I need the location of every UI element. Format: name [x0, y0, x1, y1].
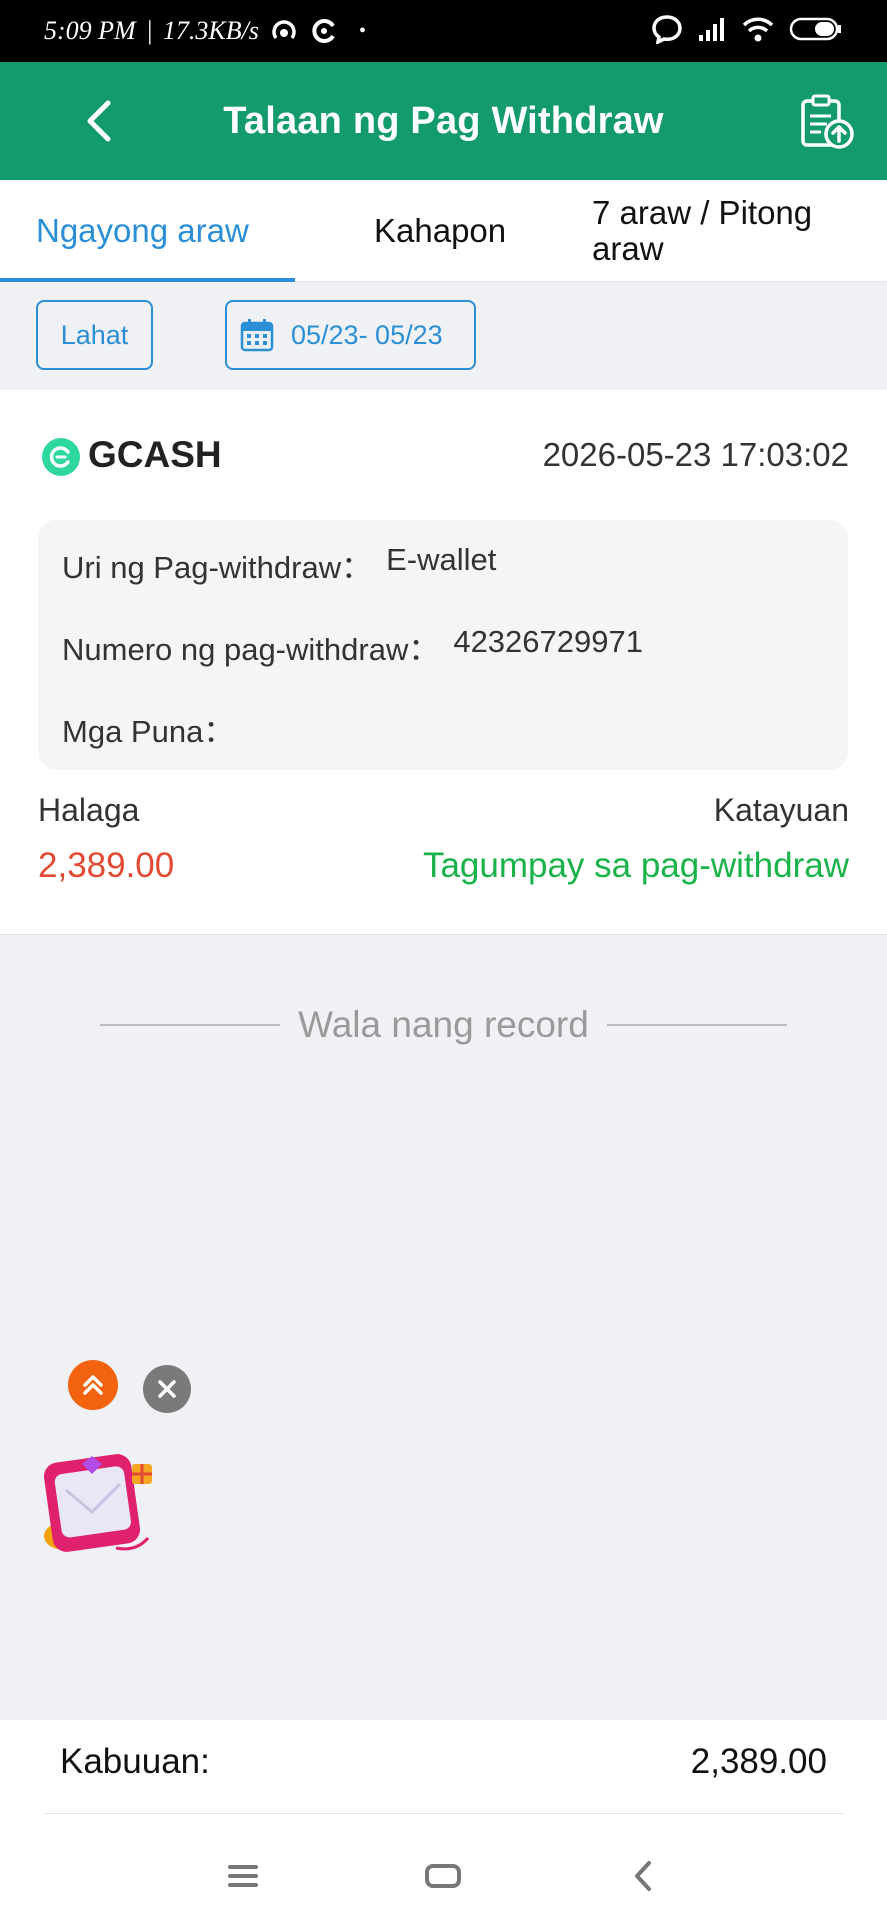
divider-left: [100, 1024, 281, 1026]
divider-right: [606, 1024, 787, 1026]
clipboard-upload-icon: [801, 94, 854, 149]
status-dot: •: [358, 19, 366, 42]
scroll-top-button[interactable]: [68, 1360, 118, 1410]
withdraw-number-row: Numero ng pag-withdraw： 42326729971: [62, 624, 824, 706]
close-promo-button[interactable]: [143, 1365, 191, 1413]
record-datetime: 2026-05-23 17:03:02: [542, 436, 849, 473]
withdraw-type-label: Uri ng Pag-withdraw：: [62, 550, 373, 585]
total-value: 2,389.00: [690, 1742, 827, 1781]
status-label: Katayuan: [713, 792, 849, 828]
remarks-label: Mga Puna：: [62, 714, 235, 749]
remarks-row: Mga Puna：: [62, 706, 824, 788]
no-more-records: Wala nang record: [0, 995, 887, 1055]
amount-label: Halaga: [38, 792, 140, 828]
record-details: Uri ng Pag-withdraw： E-wallet Numero ng …: [38, 520, 848, 770]
calendar-icon: [240, 319, 274, 352]
gcash-logo-icon: [42, 438, 80, 476]
page-title: Talaan ng Pag Withdraw: [223, 99, 664, 142]
system-back-button[interactable]: [619, 1852, 667, 1900]
amount-value: 2,389.00: [38, 846, 175, 885]
filter-bar: Lahat 05/23- 05/23: [0, 282, 887, 390]
close-icon: [158, 1380, 176, 1398]
app-header: Talaan ng Pag Withdraw: [0, 62, 887, 180]
chevron-left-icon: [87, 100, 111, 142]
filter-all-label: Lahat: [60, 319, 129, 350]
chat-icon: [651, 14, 683, 49]
provider-name: GCASH: [88, 434, 222, 475]
system-navigation-bar: [0, 1832, 887, 1920]
tab-seven-days[interactable]: 7 araw / Pitong araw: [592, 180, 862, 282]
status-time: 5:09 PM: [44, 16, 136, 45]
double-chevron-up-icon: [83, 1375, 103, 1395]
filter-all-button[interactable]: Lahat: [36, 300, 153, 370]
report-button[interactable]: [797, 92, 857, 152]
withdraw-number-value: 42326729971: [453, 624, 643, 659]
tab-yesterday[interactable]: Kahapon: [374, 180, 506, 282]
signal-icon: [697, 15, 727, 48]
footer: Kabuuan: 2,389.00: [0, 1720, 887, 1920]
withdraw-type-row: Uri ng Pag-withdraw： E-wallet: [62, 542, 824, 624]
sync-icon: [309, 16, 339, 46]
no-more-records-text: Wala nang record: [298, 1004, 589, 1045]
status-value: Tagumpay sa pag-withdraw: [422, 846, 849, 885]
chevron-left-icon: [635, 1861, 651, 1891]
back-button[interactable]: [76, 98, 122, 144]
home-button[interactable]: [419, 1852, 467, 1900]
period-tabs: Ngayong araw Kahapon 7 araw / Pitong ara…: [0, 180, 887, 282]
date-range-label: 05/23- 05/23: [291, 319, 443, 350]
withdraw-type-value: E-wallet: [386, 542, 497, 577]
promo-gift-icon[interactable]: [36, 1440, 162, 1560]
status-network-speed: 17.3KB/s: [162, 16, 259, 45]
tab-today[interactable]: Ngayong araw: [36, 180, 249, 282]
status-bar: 5:09 PM | 17.3KB/s •: [0, 0, 887, 62]
withdraw-number-label: Numero ng pag-withdraw：: [62, 632, 440, 667]
date-range-picker[interactable]: 05/23- 05/23: [225, 300, 476, 370]
withdraw-record-card[interactable]: GCASH 2026-05-23 17:03:02 Uri ng Pag-wit…: [0, 390, 887, 935]
status-separator: |: [145, 16, 153, 45]
home-icon: [425, 1864, 461, 1888]
footer-divider: [44, 1813, 844, 1814]
menu-icon: [228, 1865, 258, 1887]
wifi-icon: [741, 15, 775, 48]
recents-button[interactable]: [219, 1852, 267, 1900]
hotspot-icon: [269, 16, 299, 46]
battery-icon: [789, 16, 843, 47]
total-label: Kabuuan:: [60, 1742, 210, 1781]
